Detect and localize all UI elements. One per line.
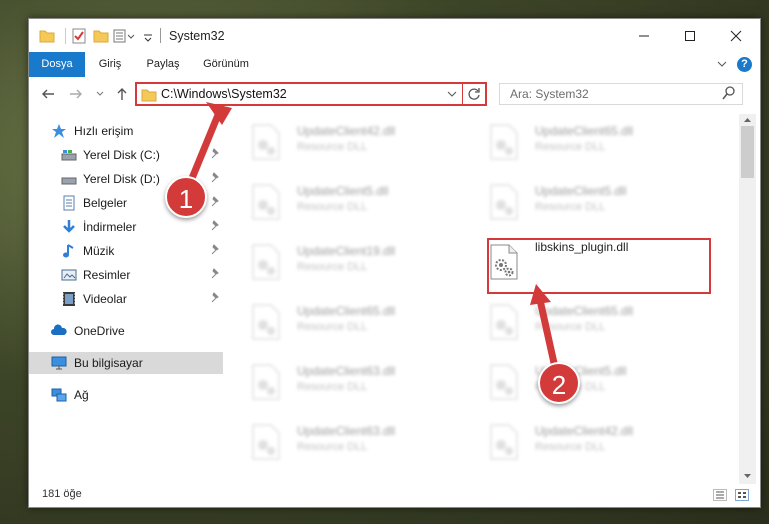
arrow-2	[536, 299, 560, 373]
step-1-badge: 1	[165, 176, 207, 218]
step-2-badge: 2	[538, 362, 580, 404]
arrow-2-head	[530, 284, 551, 305]
annotation-overlay	[184, 102, 560, 373]
